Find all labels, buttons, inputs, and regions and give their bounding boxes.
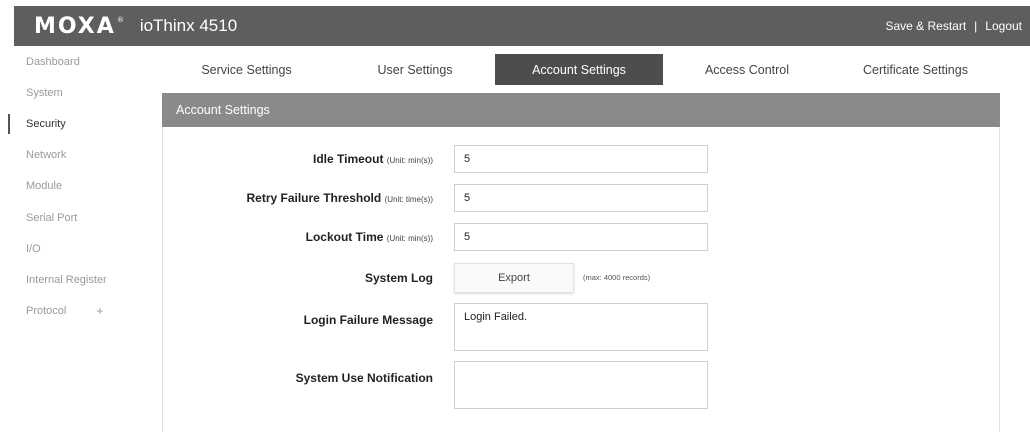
sidebar-item-security[interactable]: Security <box>0 108 150 139</box>
lockout-time-label: Lockout Time (Unit: min(s)) <box>133 230 433 244</box>
trademark-mark: ® <box>116 15 126 24</box>
retry-threshold-input[interactable] <box>454 184 708 212</box>
logout-link[interactable]: Logout <box>985 19 1022 33</box>
login-failure-label: Login Failure Message <box>303 313 433 327</box>
system-use-label: System Use Notification <box>295 371 433 385</box>
account-settings-form: Idle Timeout (Unit: min(s)) Retry Failur… <box>162 127 1000 432</box>
panel-title: Account Settings <box>162 93 1000 127</box>
product-name: ioThinx 4510 <box>139 16 238 35</box>
system-use-notification-textarea[interactable] <box>454 361 708 409</box>
sidebar-item-serial-port[interactable]: Serial Port <box>0 202 150 233</box>
sidebar-item-label: Protocol <box>26 305 67 318</box>
sidebar-item-module[interactable]: Module <box>0 171 150 202</box>
system-log-label: System Log <box>364 271 433 285</box>
expand-plus-icon[interactable]: + <box>96 304 103 318</box>
settings-tabs: Service Settings User Settings Account S… <box>158 54 1000 85</box>
tab-user-settings[interactable]: User Settings <box>335 54 495 85</box>
sidebar-item-dashboard[interactable]: Dashboard <box>0 46 150 77</box>
sidebar-item-label: Security <box>26 117 66 130</box>
sidebar-item-label: Serial Port <box>26 211 78 224</box>
sidebar-item-network[interactable]: Network <box>0 140 150 171</box>
tab-service-settings[interactable]: Service Settings <box>158 54 335 85</box>
sidebar-item-label: Internal Register <box>26 273 107 286</box>
idle-timeout-label-text: Idle Timeout <box>312 152 384 166</box>
tab-certificate-settings[interactable]: Certificate Settings <box>831 54 1000 85</box>
moxa-logo: MOXA ® <box>34 14 126 39</box>
save-restart-link[interactable]: Save & Restart <box>885 19 966 33</box>
retry-threshold-label-text: Retry Failure Threshold <box>246 191 382 205</box>
retry-threshold-label: Retry Failure Threshold (Unit: time(s)) <box>133 191 434 205</box>
sidebar-item-label: Module <box>26 180 63 193</box>
tab-access-control[interactable]: Access Control <box>663 54 831 85</box>
sidebar-item-label: Network <box>26 149 67 162</box>
action-separator: | <box>974 19 978 33</box>
sidebar-item-label: I/O <box>26 242 41 255</box>
idle-timeout-label: Idle Timeout (Unit: min(s)) <box>133 152 433 166</box>
retry-threshold-unit: (Unit: time(s)) <box>384 195 433 204</box>
sidebar-item-label: Dashboard <box>26 55 80 68</box>
tab-account-settings[interactable]: Account Settings <box>495 54 663 85</box>
top-actions: Save & Restart | Logout <box>885 19 1022 33</box>
idle-timeout-unit: (Unit: min(s)) <box>386 156 433 165</box>
sidebar-item-internal-register[interactable]: Internal Register <box>0 264 150 295</box>
sidebar-item-label: System <box>26 86 63 99</box>
sidebar-item-io[interactable]: I/O <box>0 233 150 264</box>
lockout-time-input[interactable] <box>454 223 708 251</box>
idle-timeout-input[interactable] <box>454 145 708 173</box>
sidebar-item-system[interactable]: System <box>0 77 150 108</box>
sidebar-item-protocol[interactable]: Protocol + <box>0 296 150 327</box>
top-bar: MOXA ® ioThinx 4510 Save & Restart | Logo… <box>14 6 1030 46</box>
system-log-note: (max: 4000 records) <box>583 273 651 282</box>
export-button[interactable]: Export <box>454 263 574 293</box>
logo-text: MOXA <box>34 13 116 39</box>
sidebar-nav: Dashboard System Security Network Module… <box>0 46 150 432</box>
lockout-time-unit: (Unit: min(s)) <box>386 234 433 243</box>
login-failure-message-textarea[interactable]: Login Failed. <box>454 303 708 351</box>
lockout-time-label-text: Lockout Time <box>305 230 384 244</box>
